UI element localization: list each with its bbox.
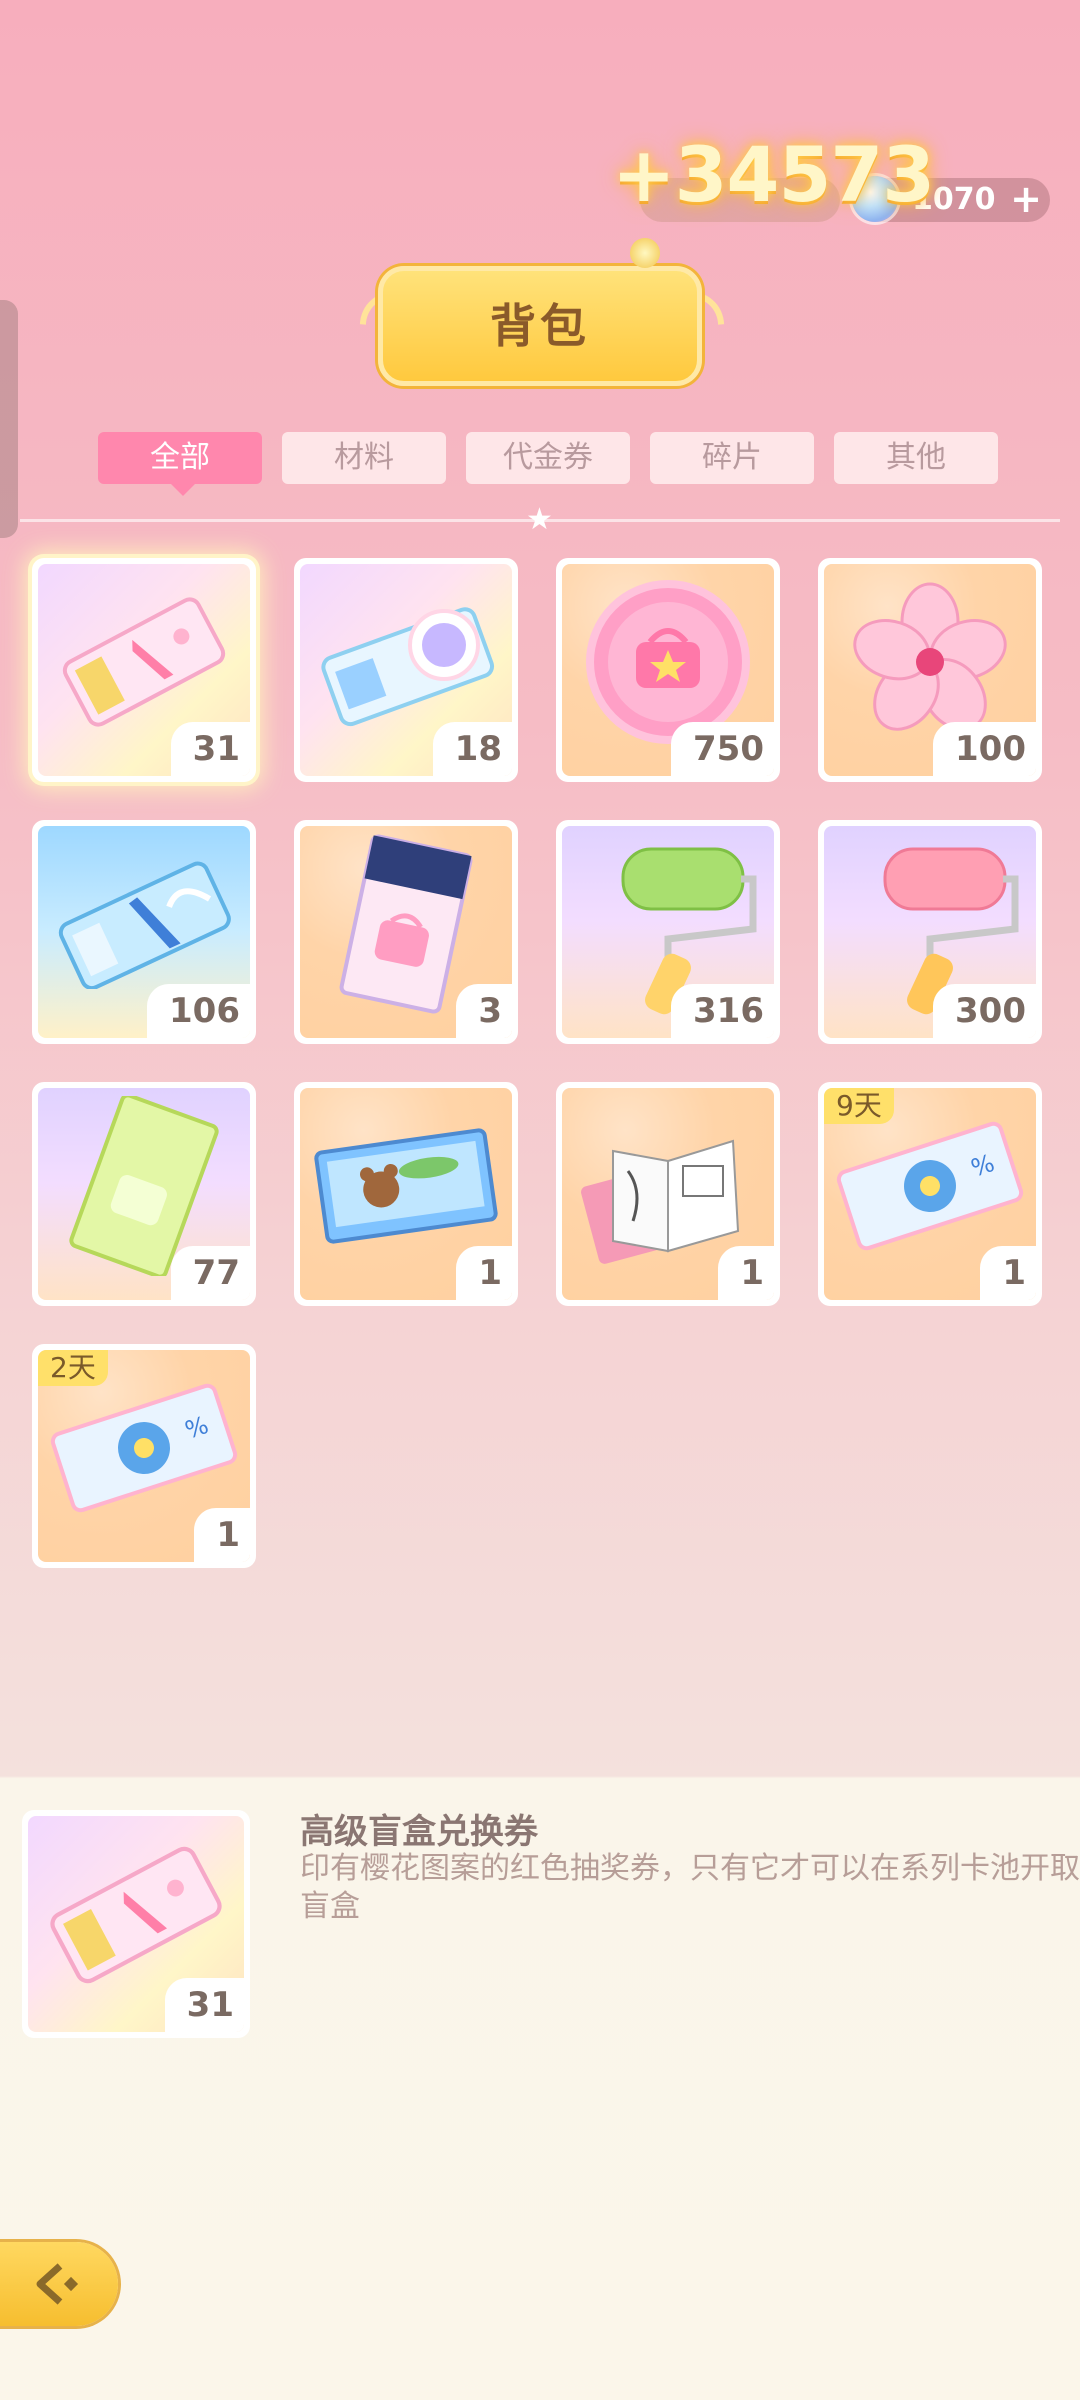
inventory-item[interactable]: 77: [32, 1082, 256, 1306]
item-count: 750: [671, 722, 774, 776]
inventory-item[interactable]: 31: [32, 558, 256, 782]
inventory-item[interactable]: % 9天 1: [818, 1082, 1042, 1306]
premium-ticket-icon: [50, 1847, 222, 1984]
avatar-ticket-icon: [321, 606, 495, 726]
item-description: 印有樱花图案的红色抽奖券，只有它才可以在系列卡池开取盲盒: [300, 1851, 1080, 1924]
tab-all[interactable]: 全部: [98, 432, 262, 484]
item-count: 106: [147, 984, 250, 1038]
tab-fragments[interactable]: 碎片: [650, 432, 814, 484]
back-button[interactable]: [0, 2242, 118, 2326]
inventory-item[interactable]: 3: [294, 820, 518, 1044]
inventory-item[interactable]: 106: [32, 820, 256, 1044]
divider-star-icon: ★: [526, 502, 553, 537]
item-count: 31: [164, 1978, 244, 2032]
expiry-badge: 9天: [824, 1088, 894, 1124]
item-count: 316: [671, 984, 774, 1038]
title-gem-icon: [630, 238, 660, 268]
item-count: 31: [170, 722, 250, 776]
inventory-item[interactable]: 1: [556, 1082, 780, 1306]
item-count: 1: [194, 1508, 250, 1562]
inventory-item[interactable]: 100: [818, 558, 1042, 782]
item-count: 3: [456, 984, 512, 1038]
expiry-badge: 2天: [38, 1350, 108, 1386]
page-title: 背包: [490, 299, 590, 353]
item-count: 18: [432, 722, 512, 776]
bear-puzzle-box-icon: [314, 1127, 498, 1244]
left-drawer-handle[interactable]: [0, 300, 18, 538]
inventory-item[interactable]: 300: [818, 820, 1042, 1044]
back-arrow-icon: [36, 2263, 79, 2305]
item-count: 1: [718, 1246, 774, 1300]
blind-box-ticket-icon: [339, 833, 473, 1014]
inventory-item[interactable]: % 2天 1: [32, 1344, 256, 1568]
sale-coupon-icon: %: [836, 1121, 1024, 1250]
selected-item-preview: 31: [22, 1810, 250, 2038]
tab-others[interactable]: 其他: [834, 432, 998, 484]
item-count: 300: [933, 984, 1036, 1038]
premium-ticket-icon: [62, 596, 226, 727]
add-gems-button[interactable]: +: [1008, 180, 1044, 218]
item-count: 77: [170, 1246, 250, 1300]
item-count: 100: [933, 722, 1036, 776]
active-tab-pointer: [171, 484, 195, 496]
item-name: 高级盲盒兑换券: [300, 1812, 538, 1852]
inventory-item[interactable]: 750: [556, 558, 780, 782]
coin-gain-popup: +34573: [612, 130, 935, 219]
item-count: 1: [980, 1246, 1036, 1300]
inventory-item[interactable]: 18: [294, 558, 518, 782]
tab-vouchers[interactable]: 代金券: [466, 432, 630, 484]
inventory-item[interactable]: 1: [294, 1082, 518, 1306]
sale-coupon-icon: %: [50, 1383, 238, 1512]
item-count: 1: [456, 1246, 512, 1300]
inventory-item[interactable]: 316: [556, 820, 780, 1044]
sketchbook-icon: [581, 1139, 740, 1264]
tab-materials[interactable]: 材料: [282, 432, 446, 484]
blue-ticket-icon: [58, 861, 231, 989]
